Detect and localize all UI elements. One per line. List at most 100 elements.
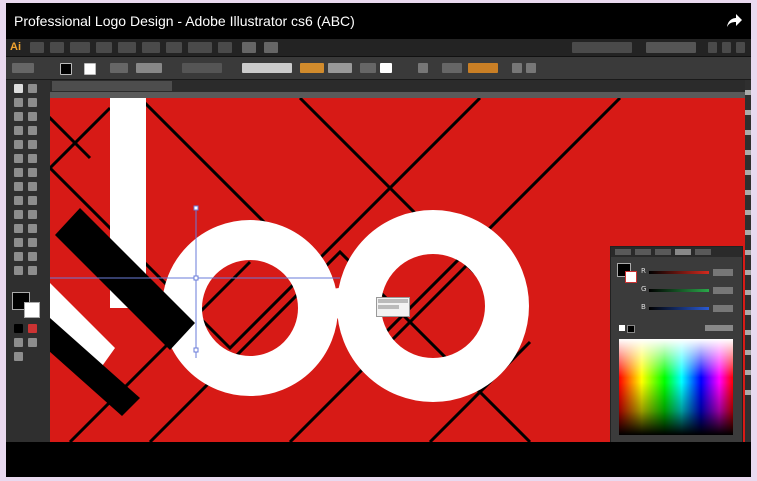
slider-track-g[interactable] <box>649 289 709 292</box>
rotate-tool-icon[interactable] <box>14 168 23 177</box>
dock-icon-2[interactable] <box>745 110 751 115</box>
dock-icon-16[interactable] <box>745 390 751 395</box>
gradient-mode-icon[interactable] <box>28 338 37 347</box>
stroke-weight-field[interactable] <box>136 63 162 73</box>
menu-window[interactable] <box>188 42 212 53</box>
dock-icon-8[interactable] <box>745 230 751 235</box>
symbol-sprayer-tool-icon[interactable] <box>14 238 23 247</box>
magic-wand-tool-icon[interactable] <box>14 98 23 107</box>
black-swatch[interactable] <box>627 325 635 333</box>
dock-icon-3[interactable] <box>745 130 751 135</box>
zoom-tool-icon[interactable] <box>28 266 37 275</box>
lasso-tool-icon[interactable] <box>28 98 37 107</box>
isolate-icon[interactable] <box>512 63 522 73</box>
pencil-tool-icon[interactable] <box>28 140 37 149</box>
video-title-bar: Professional Logo Design - Adobe Illustr… <box>6 3 751 39</box>
perspective-grid-tool-icon[interactable] <box>28 196 37 205</box>
tab-stroke[interactable] <box>615 249 631 255</box>
stroke-swatch[interactable] <box>84 63 96 75</box>
hand-tool-icon[interactable] <box>14 266 23 275</box>
dock-icon-15[interactable] <box>745 370 751 375</box>
mesh-tool-icon[interactable] <box>14 210 23 219</box>
graph-tool-icon[interactable] <box>28 238 37 247</box>
slider-value-b[interactable] <box>713 305 733 312</box>
eyedropper-tool-icon[interactable] <box>14 224 23 233</box>
artboard-tool-icon[interactable] <box>14 252 23 261</box>
scale-tool-icon[interactable] <box>28 168 37 177</box>
slider-track-r[interactable] <box>649 271 709 274</box>
menu-type[interactable] <box>96 42 112 53</box>
recolor-artwork-icon[interactable] <box>418 63 428 73</box>
blob-brush-tool-icon[interactable] <box>14 154 23 163</box>
line-tool-icon[interactable] <box>14 126 23 135</box>
color-stroke-proxy[interactable] <box>625 271 637 283</box>
variable-width-profile[interactable] <box>182 63 222 73</box>
color-spectrum[interactable] <box>619 339 733 435</box>
type-tool-icon[interactable] <box>28 112 37 121</box>
dock-icon-11[interactable] <box>745 290 751 295</box>
width-tool-icon[interactable] <box>14 182 23 191</box>
paintbrush-tool-icon[interactable] <box>14 140 23 149</box>
dock-icon-6[interactable] <box>745 190 751 195</box>
panel-menu-icon[interactable] <box>526 63 536 73</box>
bridge-button[interactable] <box>242 42 256 53</box>
connector-stroke <box>298 283 382 323</box>
slider-track-b[interactable] <box>649 307 709 310</box>
direct-selection-tool-icon[interactable] <box>28 84 37 93</box>
menu-file[interactable] <box>30 42 44 53</box>
rectangle-tool-icon[interactable] <box>28 126 37 135</box>
slider-value-r[interactable] <box>713 269 733 276</box>
workspace-switcher[interactable] <box>572 42 632 53</box>
search-field[interactable] <box>646 42 696 53</box>
pen-tool-icon[interactable] <box>14 112 23 121</box>
tab-color[interactable] <box>675 249 691 255</box>
dock-icon-12[interactable] <box>745 310 751 315</box>
maximize-button[interactable] <box>722 42 731 53</box>
screen-mode-icon[interactable] <box>14 352 23 361</box>
tab-transparency[interactable] <box>655 249 671 255</box>
video-title[interactable]: Professional Logo Design - Adobe Illustr… <box>14 3 355 39</box>
dock-icon-1[interactable] <box>745 90 751 95</box>
swap-fill-stroke-icon[interactable] <box>14 324 23 333</box>
menu-view[interactable] <box>166 42 182 53</box>
eraser-tool-icon[interactable] <box>28 154 37 163</box>
free-transform-tool-icon[interactable] <box>28 182 37 191</box>
arrange-documents-button[interactable] <box>264 42 278 53</box>
tab-color-guide[interactable] <box>695 249 711 255</box>
default-colors-icon[interactable] <box>28 324 37 333</box>
dock-icon-10[interactable] <box>745 270 751 275</box>
tab-gradient[interactable] <box>635 249 651 255</box>
menu-edit[interactable] <box>50 42 64 53</box>
menu-effect[interactable] <box>142 42 160 53</box>
menu-select[interactable] <box>118 42 136 53</box>
none-swatch[interactable] <box>619 325 625 331</box>
selection-tool-icon[interactable] <box>14 84 23 93</box>
shape-builder-tool-icon[interactable] <box>14 196 23 205</box>
fill-swatch[interactable] <box>60 63 72 75</box>
illustrator-menubar: Ai <box>6 39 751 57</box>
menu-object[interactable] <box>70 42 90 53</box>
dock-icon-14[interactable] <box>745 350 751 355</box>
opacity-field[interactable] <box>328 63 352 73</box>
transform-label[interactable] <box>468 63 498 73</box>
stroke-color-box[interactable] <box>24 302 40 318</box>
dock-icon-9[interactable] <box>745 250 751 255</box>
blend-tool-icon[interactable] <box>28 224 37 233</box>
share-arrow-icon[interactable] <box>725 12 743 30</box>
hex-field[interactable] <box>705 325 733 331</box>
dock-icon-13[interactable] <box>745 330 751 335</box>
graphic-style-swatch[interactable] <box>380 63 392 73</box>
align-button[interactable] <box>442 63 462 73</box>
slider-value-g[interactable] <box>713 287 733 294</box>
color-mode-icon[interactable] <box>14 338 23 347</box>
dock-icon-5[interactable] <box>745 170 751 175</box>
dock-icon-4[interactable] <box>745 150 751 155</box>
document-tab[interactable] <box>52 81 172 91</box>
brush-definition[interactable] <box>242 63 292 73</box>
menu-help[interactable] <box>218 42 232 53</box>
dock-icon-7[interactable] <box>745 210 751 215</box>
gradient-tool-icon[interactable] <box>28 210 37 219</box>
minimize-button[interactable] <box>708 42 717 53</box>
slice-tool-icon[interactable] <box>28 252 37 261</box>
close-button[interactable] <box>736 42 745 53</box>
